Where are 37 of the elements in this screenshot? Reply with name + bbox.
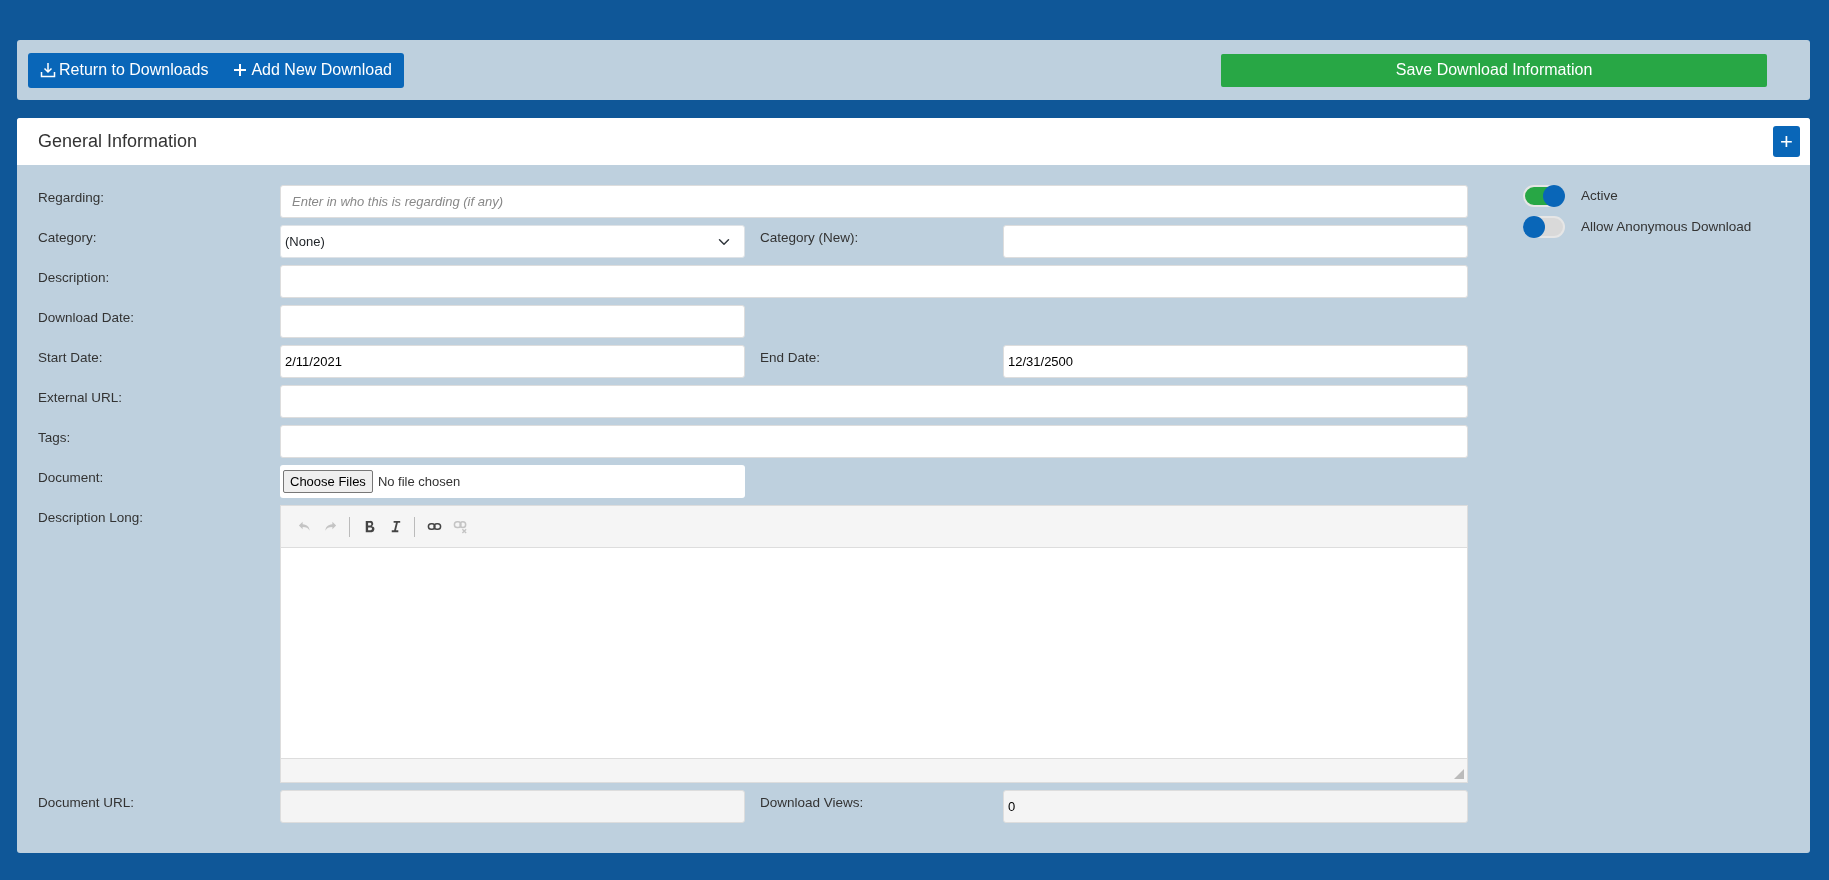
field-label: Tags: bbox=[38, 429, 72, 447]
field-label: Category: bbox=[38, 229, 98, 247]
input-field[interactable]: 12/31/2500 bbox=[1003, 345, 1468, 378]
choose-files-button[interactable]: Choose Files bbox=[283, 469, 373, 494]
download-icon bbox=[40, 62, 56, 78]
field-label: External URL: bbox=[38, 389, 124, 407]
return-button[interactable]: Return to Downloads bbox=[28, 52, 221, 88]
field-label: Description Long: bbox=[38, 509, 145, 527]
input-field[interactable] bbox=[280, 265, 1468, 298]
input-field[interactable] bbox=[280, 385, 1468, 418]
select-field[interactable]: (None) bbox=[280, 225, 745, 258]
field-label: Description: bbox=[38, 269, 111, 287]
input-field[interactable] bbox=[280, 305, 745, 338]
field-label: Regarding: bbox=[38, 189, 106, 207]
input-field[interactable] bbox=[280, 790, 745, 823]
field-label: End Date: bbox=[759, 349, 822, 367]
field-label: Start Date: bbox=[38, 349, 104, 367]
input-field[interactable] bbox=[1003, 225, 1468, 258]
resize-grip-icon bbox=[1454, 769, 1464, 779]
toggle-label: Active bbox=[1581, 186, 1618, 205]
add-new-button[interactable]: Add New Download bbox=[220, 52, 404, 88]
field-label: Download Date: bbox=[38, 309, 136, 327]
toggle-switch[interactable] bbox=[1523, 185, 1565, 207]
field-label: Document: bbox=[38, 469, 105, 487]
toggle-switch[interactable] bbox=[1523, 216, 1565, 238]
field-label: Document URL: bbox=[38, 794, 136, 812]
card-title: General Information bbox=[38, 130, 198, 153]
field-label: Category (New): bbox=[759, 229, 860, 247]
expand-button[interactable]: + bbox=[1773, 126, 1800, 157]
input-field[interactable] bbox=[280, 425, 1468, 458]
file-status: No file chosen bbox=[377, 472, 461, 491]
input-field[interactable]: 0 bbox=[1003, 790, 1468, 823]
input-field[interactable]: 2/11/2021 bbox=[280, 345, 745, 378]
field-label: Download Views: bbox=[759, 794, 865, 812]
input-field[interactable]: Enter in who this is regarding (if any) bbox=[280, 185, 1468, 218]
plus-icon bbox=[232, 62, 249, 78]
toggle-label: Allow Anonymous Download bbox=[1581, 217, 1752, 236]
